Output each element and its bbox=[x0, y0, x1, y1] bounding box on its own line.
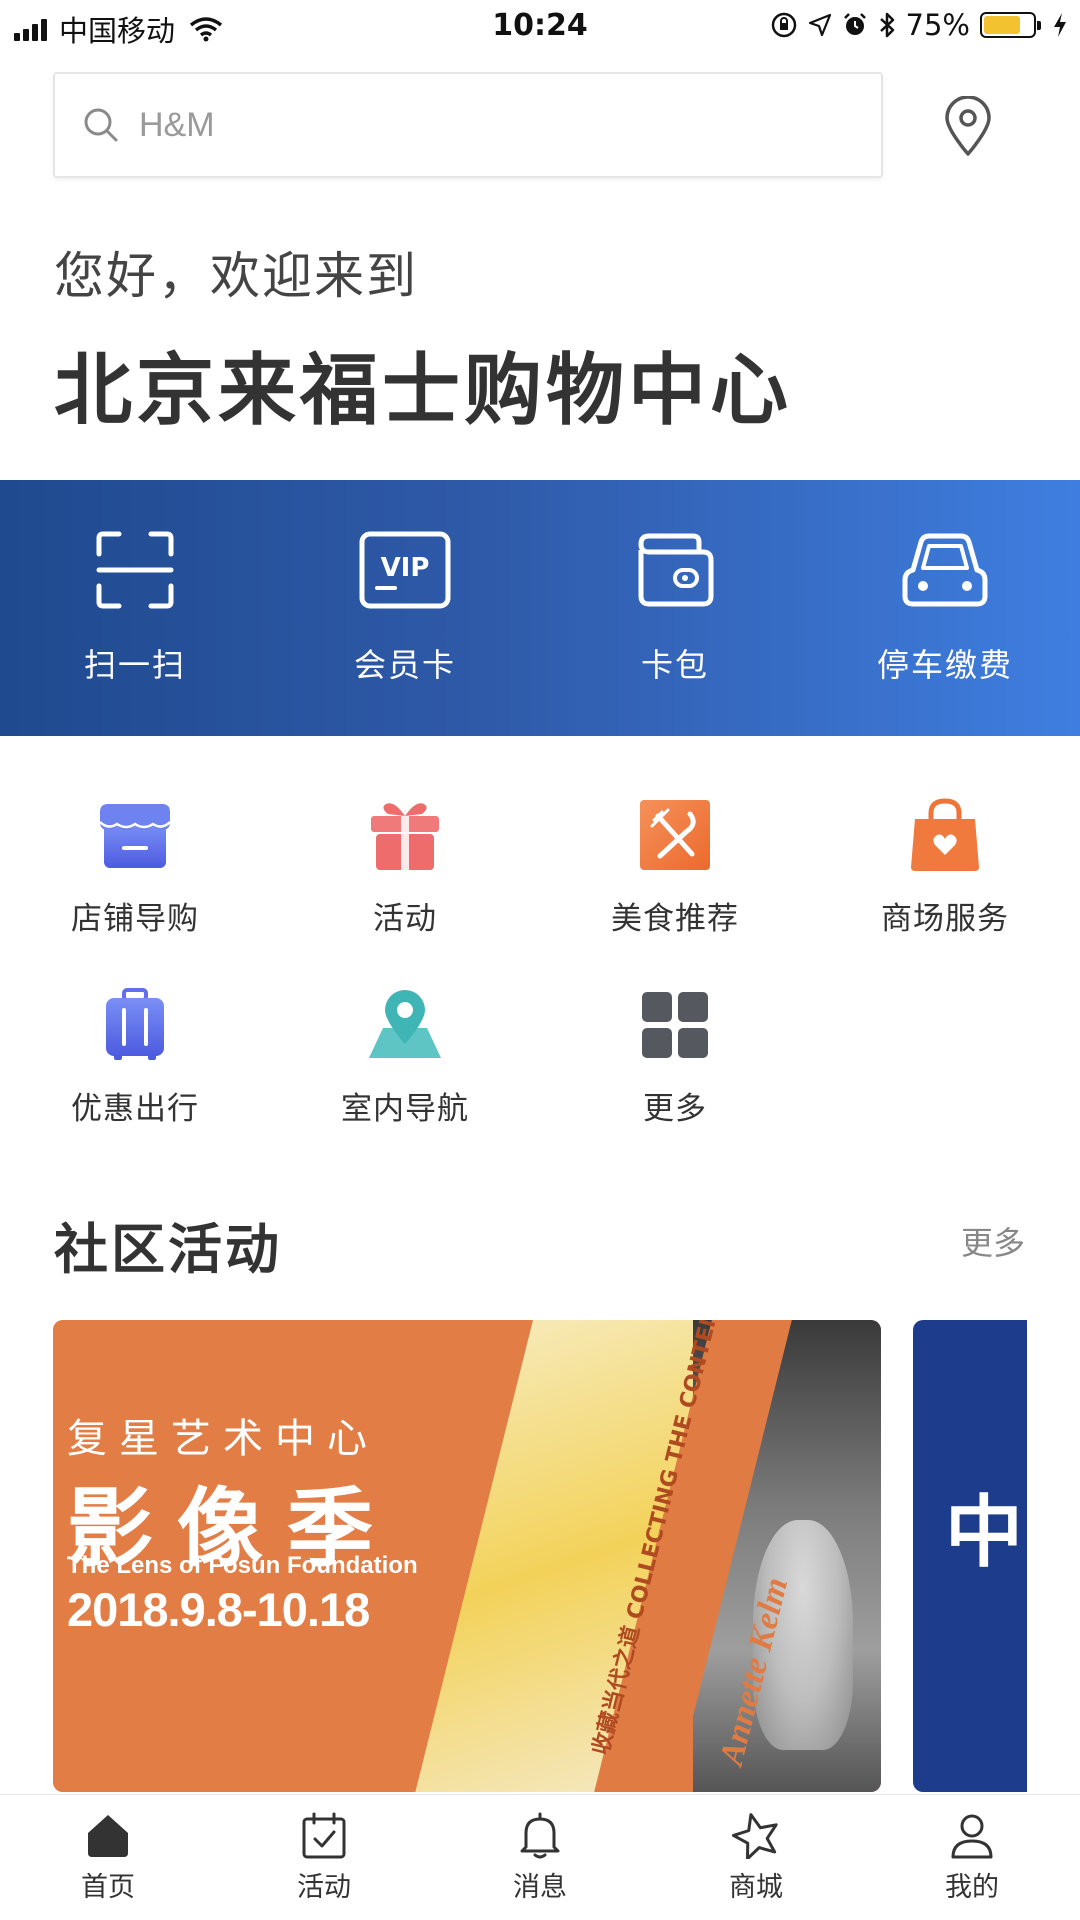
vip-card-icon: VIP bbox=[359, 531, 451, 609]
store-guide-button[interactable]: 店铺导购 bbox=[0, 795, 270, 985]
activities-label: 活动 bbox=[373, 901, 437, 937]
wallet-icon bbox=[638, 533, 714, 607]
rotation-lock-icon bbox=[771, 12, 796, 38]
alarm-icon bbox=[843, 13, 866, 35]
tab-mall[interactable]: 商城 bbox=[648, 1795, 864, 1920]
event-date: 2018.9.8-10.18 bbox=[67, 1583, 370, 1636]
status-right: 75% bbox=[770, 8, 1068, 42]
travel-deals-button[interactable]: 优惠出行 bbox=[0, 985, 270, 1175]
location-arrow-icon bbox=[808, 13, 831, 37]
member-card-label: 会员卡 bbox=[353, 646, 456, 684]
tab-home-label: 首页 bbox=[81, 1872, 135, 1903]
tab-activities-label: 活动 bbox=[297, 1872, 351, 1903]
travel-deals-label: 优惠出行 bbox=[71, 1091, 199, 1127]
status-bar: 中国移动 10:24 75% bbox=[0, 0, 1080, 54]
svg-text:VIP: VIP bbox=[381, 553, 430, 583]
gift-icon bbox=[371, 803, 439, 870]
food-recommend-button[interactable]: 美食推荐 bbox=[540, 795, 810, 985]
more-services-button[interactable]: 更多 bbox=[540, 985, 810, 1175]
event-card-next-text: 中 bbox=[945, 1488, 1024, 1578]
calendar-check-icon bbox=[302, 1812, 346, 1859]
user-icon bbox=[951, 1814, 993, 1859]
mall-service-label: 商场服务 bbox=[881, 901, 1009, 937]
tab-home[interactable]: 首页 bbox=[0, 1795, 216, 1920]
more-services-label: 更多 bbox=[643, 1091, 707, 1127]
wallet-label: 卡包 bbox=[640, 646, 709, 684]
event-venue: 复星艺术中心 bbox=[67, 1416, 379, 1462]
bluetooth-icon bbox=[879, 12, 894, 38]
tab-activities[interactable]: 活动 bbox=[216, 1795, 432, 1920]
grid-icon bbox=[642, 992, 708, 1058]
greeting-text: 您好，欢迎来到 bbox=[54, 247, 418, 305]
tab-profile[interactable]: 我的 bbox=[864, 1795, 1080, 1920]
scan-label: 扫一扫 bbox=[83, 646, 186, 684]
tab-messages[interactable]: 消息 bbox=[432, 1795, 648, 1920]
services-grid: 店铺导购 活动 美食推荐 商场服务 优惠出行 室内导航 更多 bbox=[0, 795, 1080, 1175]
quick-actions-banner: 扫一扫 VIP 会员卡 卡包 停车缴费 bbox=[0, 480, 1080, 736]
food-recommend-label: 美食推荐 bbox=[611, 901, 739, 937]
home-icon bbox=[88, 1815, 128, 1857]
tab-mall-label: 商城 bbox=[729, 1872, 783, 1903]
tab-messages-label: 消息 bbox=[513, 1872, 567, 1903]
tab-profile-label: 我的 bbox=[945, 1872, 999, 1903]
bell-icon bbox=[520, 1812, 560, 1859]
event-card-next[interactable]: 中 bbox=[913, 1320, 1027, 1792]
section-more-link[interactable]: 更多 bbox=[961, 1218, 1025, 1264]
event-subtitle: The Lens of Fosun Foundation bbox=[67, 1552, 418, 1579]
member-card-button[interactable]: VIP 会员卡 bbox=[270, 480, 540, 736]
scan-button[interactable]: 扫一扫 bbox=[0, 480, 270, 736]
battery-percent: 75% bbox=[905, 8, 970, 42]
store-icon bbox=[99, 804, 171, 868]
mall-service-button[interactable]: 商场服务 bbox=[810, 795, 1080, 985]
shopping-bag-icon bbox=[911, 798, 979, 871]
parking-payment-label: 停车缴费 bbox=[876, 646, 1013, 684]
bottom-tab-bar: 首页 活动 消息 商城 我的 bbox=[0, 1794, 1080, 1920]
parking-payment-button[interactable]: 停车缴费 bbox=[810, 480, 1080, 736]
car-icon bbox=[902, 533, 988, 607]
section-title: 社区活动 bbox=[54, 1218, 282, 1281]
indoor-navigation-button[interactable]: 室内导航 bbox=[270, 985, 540, 1175]
location-button[interactable] bbox=[940, 92, 996, 162]
luggage-icon bbox=[106, 988, 164, 1060]
star-icon bbox=[731, 1813, 778, 1859]
search-bar[interactable] bbox=[53, 72, 883, 178]
indoor-navigation-label: 室内导航 bbox=[341, 1091, 469, 1127]
wallet-button[interactable]: 卡包 bbox=[540, 480, 810, 736]
map-pin-icon bbox=[369, 990, 441, 1058]
location-pin-icon bbox=[945, 96, 991, 156]
search-icon bbox=[84, 108, 118, 142]
scan-icon bbox=[96, 531, 174, 609]
dining-icon bbox=[640, 800, 710, 870]
event-card[interactable]: 复星艺术中心 影像季 The Lens of Fosun Foundation … bbox=[53, 1320, 881, 1792]
activities-button[interactable]: 活动 bbox=[270, 795, 540, 985]
search-input[interactable] bbox=[139, 105, 839, 145]
store-guide-label: 店铺导购 bbox=[71, 901, 199, 937]
charging-bolt-icon bbox=[1054, 13, 1066, 37]
battery-icon bbox=[980, 12, 1041, 38]
mall-name: 北京来福士购物中心 bbox=[54, 346, 793, 436]
